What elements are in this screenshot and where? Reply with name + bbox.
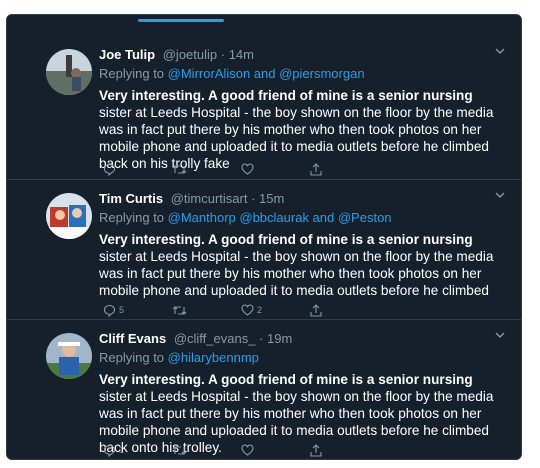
share-icon [310, 443, 322, 457]
tweet-header: Joe Tulip @joetulip · 14m [99, 47, 254, 65]
tweet-text: Very interesting. A good friend of mine … [99, 231, 499, 299]
avatar[interactable] [46, 333, 92, 379]
separator: · [247, 191, 260, 206]
reply-mentions[interactable]: @hilarybennmp [168, 350, 259, 365]
share-icon [310, 162, 322, 176]
timestamp[interactable]: 14m [229, 47, 254, 62]
chevron-down-icon[interactable] [495, 48, 505, 56]
like-icon [241, 163, 254, 175]
like-icon [241, 304, 254, 316]
replying-to: Replying to @MirrorAlison and @piersmorg… [99, 66, 365, 81]
display-name[interactable]: Cliff Evans [99, 331, 166, 346]
share-button[interactable] [310, 162, 322, 176]
replying-to: Replying to @Manthorp @bbclaurak and @Pe… [99, 210, 392, 225]
tweet-card[interactable]: Tim Curtis @timcurtisart · 15m Replying … [7, 179, 521, 320]
tweet-card[interactable]: Cliff Evans @cliff_evans_ · 19m Replying… [7, 319, 521, 459]
tweet-actions: 5 2 [103, 303, 343, 317]
share-icon [310, 303, 322, 317]
retweet-icon [172, 444, 187, 457]
reply-count: 1 [119, 445, 125, 455]
retweet-icon [172, 304, 187, 317]
replying-prefix: Replying to [99, 66, 168, 81]
avatar[interactable] [46, 193, 92, 239]
reply-button[interactable]: 1 [103, 443, 124, 457]
reply-count: 5 [119, 305, 125, 315]
handle[interactable]: @timcurtisart [171, 191, 248, 206]
handle[interactable]: @cliff_evans_ [174, 331, 256, 346]
timestamp[interactable]: 19m [267, 331, 292, 346]
like-button[interactable]: 2 [241, 303, 262, 317]
timestamp[interactable]: 15m [259, 191, 284, 206]
retweet-icon [172, 163, 187, 176]
tweet-header: Cliff Evans @cliff_evans_ · 19m [99, 331, 292, 349]
chevron-down-icon[interactable] [495, 332, 505, 340]
share-button[interactable] [310, 443, 322, 457]
replying-to: Replying to @hilarybennmp [99, 350, 259, 365]
reply-icon [103, 304, 116, 317]
replying-prefix: Replying to [99, 210, 168, 225]
tweet-card[interactable]: Joe Tulip @joetulip · 14m Replying to @M… [7, 31, 521, 180]
active-tab-indicator [138, 19, 224, 22]
tweet-text-bold: Very interesting. A good friend of mine … [99, 232, 473, 247]
reply-mentions[interactable]: @MirrorAlison and @piersmorgan [168, 66, 365, 81]
reply-icon [103, 444, 116, 457]
like-button[interactable] [241, 443, 257, 457]
tweet-actions [103, 162, 343, 176]
display-name[interactable]: Joe Tulip [99, 47, 155, 62]
chevron-down-icon[interactable] [495, 192, 505, 200]
replying-prefix: Replying to [99, 350, 168, 365]
share-button[interactable] [310, 303, 322, 317]
reply-button[interactable]: 5 [103, 303, 124, 317]
retweet-button[interactable] [172, 162, 190, 176]
handle[interactable]: @joetulip [163, 47, 217, 62]
separator: · [255, 331, 267, 346]
tweet-text-bold: Very interesting. A good friend of mine … [99, 372, 473, 387]
tweet-header: Tim Curtis @timcurtisart · 15m [99, 191, 284, 209]
reply-mentions[interactable]: @Manthorp @bbclaurak and @Peston [168, 210, 392, 225]
separator: · [217, 47, 229, 62]
tweet-text-rest: sister at Leeds Hospital - the boy shown… [99, 249, 494, 298]
timeline-panel: Joe Tulip @joetulip · 14m Replying to @M… [6, 14, 522, 460]
reply-button[interactable] [103, 162, 119, 176]
like-icon [241, 444, 254, 456]
display-name[interactable]: Tim Curtis [99, 191, 163, 206]
tweet-text: Very interesting. A good friend of mine … [99, 87, 499, 172]
retweet-button[interactable] [172, 303, 190, 317]
avatar[interactable] [46, 49, 92, 95]
reply-icon [103, 163, 116, 176]
tweet-text-bold: Very interesting. A good friend of mine … [99, 88, 473, 103]
like-count: 2 [257, 305, 263, 315]
like-button[interactable] [241, 162, 257, 176]
tweet-actions: 1 [103, 443, 343, 457]
retweet-button[interactable] [172, 443, 190, 457]
